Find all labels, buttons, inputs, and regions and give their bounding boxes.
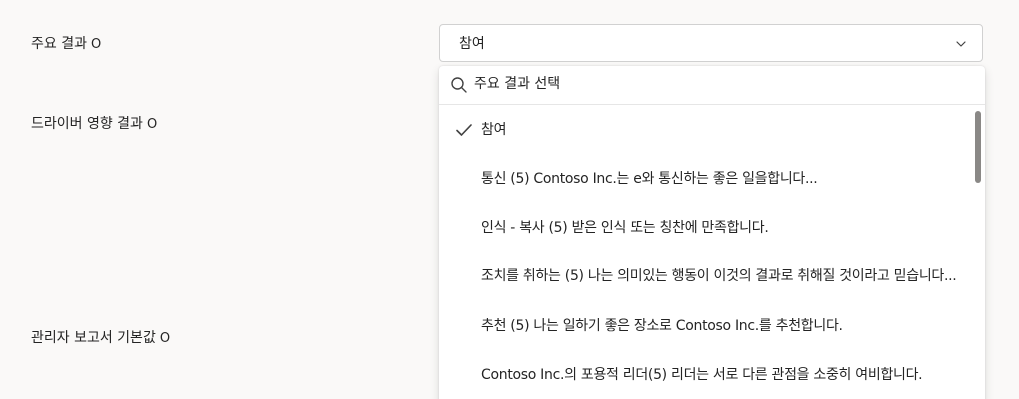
driver-impact-label: 드라이버 영향 결과 O bbox=[31, 114, 157, 135]
search-icon bbox=[451, 77, 467, 93]
key-results-label: 주요 결과 O bbox=[31, 34, 101, 55]
driver-impact-label-text: 드라이버 영향 결과 bbox=[31, 116, 143, 132]
checkmark-icon bbox=[456, 124, 472, 136]
info-icon[interactable]: O bbox=[91, 35, 101, 55]
scrollbar-thumb[interactable] bbox=[975, 111, 981, 183]
key-results-label-text: 주요 결과 bbox=[31, 36, 87, 52]
option-item[interactable]: 참여 bbox=[439, 110, 969, 150]
select-value: 참여 bbox=[459, 36, 485, 52]
option-label: Contoso Inc.의 포용적 리더(5) 리더는 서로 다른 관점을 소중… bbox=[481, 367, 923, 383]
option-label: 추천 (5) 나는 일하기 좋은 장소로 Contoso Inc.를 추천합니다… bbox=[481, 318, 843, 334]
scrollbar[interactable] bbox=[971, 106, 985, 399]
option-label: 참여 bbox=[481, 122, 507, 138]
option-label: 인식 - 복사 (5) 받은 인식 또는 칭찬에 만족합니다. bbox=[481, 220, 769, 236]
option-item[interactable]: 추천 (5) 나는 일하기 좋은 장소로 Contoso Inc.를 추천합니다… bbox=[439, 306, 969, 346]
manager-report-label: 관리자 보고서 기본값 O bbox=[31, 328, 170, 349]
info-icon[interactable]: O bbox=[160, 329, 170, 349]
option-item[interactable]: 통신 (5) Contoso Inc.는 e와 통신하는 좋은 일을합니다... bbox=[439, 159, 969, 199]
search-input[interactable] bbox=[474, 72, 954, 96]
chevron-down-icon[interactable] bbox=[954, 37, 968, 51]
option-item[interactable]: 인식 - 복사 (5) 받은 인식 또는 칭찬에 만족합니다. bbox=[439, 208, 969, 248]
info-icon[interactable]: O bbox=[147, 115, 157, 135]
option-label: 조치를 취하는 (5) 나는 의미있는 행동이 이것의 결과로 취해질 것이라고… bbox=[481, 268, 957, 284]
search-row bbox=[439, 66, 985, 105]
page: 주요 결과O 드라이버 영향 결과O 관리자 보고서 기본값O 참여 참여 통신… bbox=[0, 0, 1019, 399]
key-results-select[interactable]: 참여 bbox=[439, 24, 983, 62]
manager-report-label-text: 관리자 보고서 기본값 bbox=[31, 330, 156, 346]
key-results-dropdown: 참여 통신 (5) Contoso Inc.는 e와 통신하는 좋은 일을합니다… bbox=[439, 66, 985, 399]
option-item[interactable]: Contoso Inc.의 포용적 리더(5) 리더는 서로 다른 관점을 소중… bbox=[439, 355, 969, 395]
option-item[interactable]: 조치를 취하는 (5) 나는 의미있는 행동이 이것의 결과로 취해질 것이라고… bbox=[439, 256, 969, 296]
option-label: 통신 (5) Contoso Inc.는 e와 통신하는 좋은 일을합니다... bbox=[481, 171, 818, 187]
